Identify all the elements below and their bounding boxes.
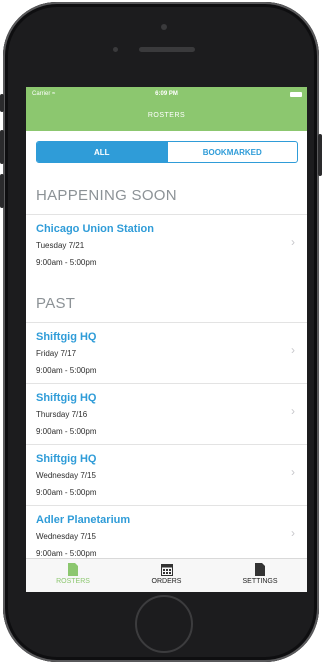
chevron-right-icon: › [291, 404, 295, 418]
roster-row[interactable]: Shiftgig HQ Friday 7/17 9:00am - 5:00pm … [26, 322, 307, 383]
roster-time: 9:00am - 5:00pm [36, 488, 97, 497]
roster-row[interactable]: Adler Planetarium Wednesday 7/15 9:00am … [26, 505, 307, 566]
proximity-sensor [113, 47, 118, 52]
status-bar: Carrier ≈ 6:09 PM [26, 87, 307, 103]
app-screen: Carrier ≈ 6:09 PM ROSTERS ALL BOOKMARKED… [26, 87, 307, 592]
home-button[interactable] [135, 595, 193, 653]
roster-date: Wednesday 7/15 [36, 532, 96, 541]
mute-switch [0, 94, 4, 112]
phone-frame: Carrier ≈ 6:09 PM ROSTERS ALL BOOKMARKED… [0, 2, 322, 662]
front-camera [161, 24, 167, 30]
chevron-right-icon: › [291, 343, 295, 357]
roster-location: Adler Planetarium [36, 514, 131, 526]
chevron-right-icon: › [291, 465, 295, 479]
tab-label: ROSTERS [56, 578, 90, 585]
roster-time: 9:00am - 5:00pm [36, 366, 97, 375]
navigation-bar: ROSTERS [26, 103, 307, 131]
document-icon [68, 563, 78, 576]
tab-bar: ROSTERS ORDERS SETTINGS [26, 558, 307, 592]
earpiece-speaker [139, 47, 195, 52]
roster-location: Shiftgig HQ [36, 392, 97, 404]
roster-row[interactable]: Shiftgig HQ Thursday 7/16 9:00am - 5:00p… [26, 383, 307, 444]
roster-time: 9:00am - 5:00pm [36, 549, 97, 558]
roster-time: 9:00am - 5:00pm [36, 258, 97, 267]
roster-location: Shiftgig HQ [36, 453, 97, 465]
calendar-icon [160, 564, 173, 576]
roster-row[interactable]: Chicago Union Station Tuesday 7/21 9:00a… [26, 214, 307, 275]
roster-location: Chicago Union Station [36, 223, 154, 235]
roster-date: Friday 7/17 [36, 349, 77, 358]
chevron-right-icon: › [291, 526, 295, 540]
volume-down-button [0, 174, 4, 208]
tab-rosters[interactable]: ROSTERS [26, 559, 120, 592]
segment-bookmarked[interactable]: BOOKMARKED [166, 142, 298, 162]
chevron-right-icon: › [291, 235, 295, 249]
roster-row[interactable]: Shiftgig HQ Wednesday 7/15 9:00am - 5:00… [26, 444, 307, 505]
page-title: ROSTERS [147, 112, 186, 119]
document-icon [255, 563, 265, 576]
roster-location: Shiftgig HQ [36, 331, 97, 343]
segment-all[interactable]: ALL [37, 142, 167, 162]
tab-label: SETTINGS [242, 578, 278, 585]
volume-up-button [0, 130, 4, 164]
tab-orders[interactable]: ORDERS [120, 559, 213, 592]
roster-date: Wednesday 7/15 [36, 471, 96, 480]
section-header-past: PAST [36, 295, 76, 312]
roster-date: Thursday 7/16 [36, 410, 88, 419]
status-time: 6:09 PM [155, 91, 178, 97]
section-header-happening-soon: HAPPENING SOON [36, 187, 177, 204]
roster-date: Tuesday 7/21 [36, 241, 85, 250]
filter-segmented-control: ALL BOOKMARKED [36, 141, 298, 163]
power-button [318, 134, 322, 176]
battery-icon [290, 92, 302, 97]
tab-label: ORDERS [151, 578, 182, 585]
roster-time: 9:00am - 5:00pm [36, 427, 97, 436]
tab-settings[interactable]: SETTINGS [213, 559, 307, 592]
